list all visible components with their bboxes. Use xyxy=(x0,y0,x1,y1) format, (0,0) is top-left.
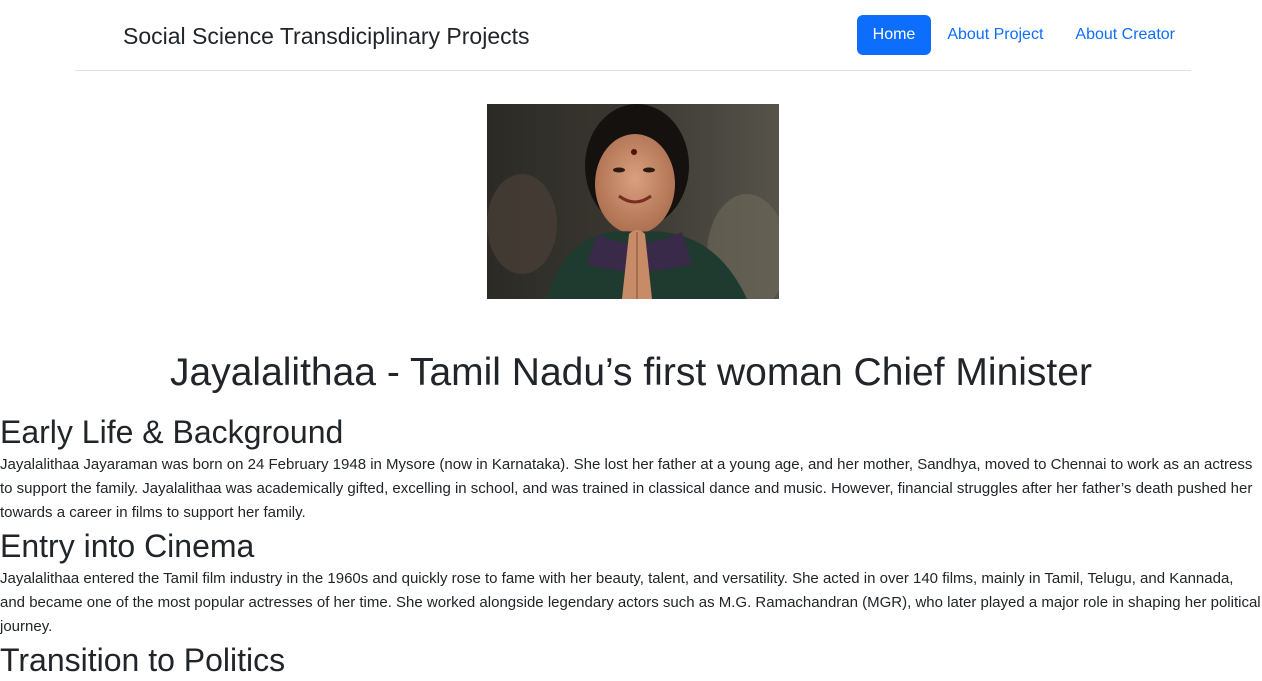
top-navbar: Social Science Transdiciplinary Projects… xyxy=(75,0,1191,71)
section-entry-cinema: Entry into Cinema Jayalalithaa entered t… xyxy=(0,525,1262,639)
article-content: Early Life & Background Jayalalithaa Jay… xyxy=(0,411,1262,681)
navbar-brand[interactable]: Social Science Transdiciplinary Projects xyxy=(123,20,530,52)
section-heading: Entry into Cinema xyxy=(0,528,255,564)
nav-link-about-creator[interactable]: About Creator xyxy=(1059,15,1191,55)
hero-image xyxy=(487,104,779,299)
section-heading: Early Life & Background xyxy=(0,414,344,450)
section-early-life: Early Life & Background Jayalalithaa Jay… xyxy=(0,411,1262,525)
section-body: Jayalalithaa entered the Tamil film indu… xyxy=(0,570,1261,635)
nav-links: Home About Project About Creator xyxy=(856,15,1191,55)
nav-link-home[interactable]: Home xyxy=(856,15,932,55)
section-transition-politics: Transition to Politics xyxy=(0,639,1262,681)
portrait-photo xyxy=(487,104,779,299)
section-body: Jayalalithaa Jayaraman was born on 24 Fe… xyxy=(0,456,1253,521)
nav-link-about-project[interactable]: About Project xyxy=(931,15,1059,55)
page-title: Jayalalithaa - Tamil Nadu’s first woman … xyxy=(170,351,1092,394)
section-heading: Transition to Politics xyxy=(0,642,286,678)
